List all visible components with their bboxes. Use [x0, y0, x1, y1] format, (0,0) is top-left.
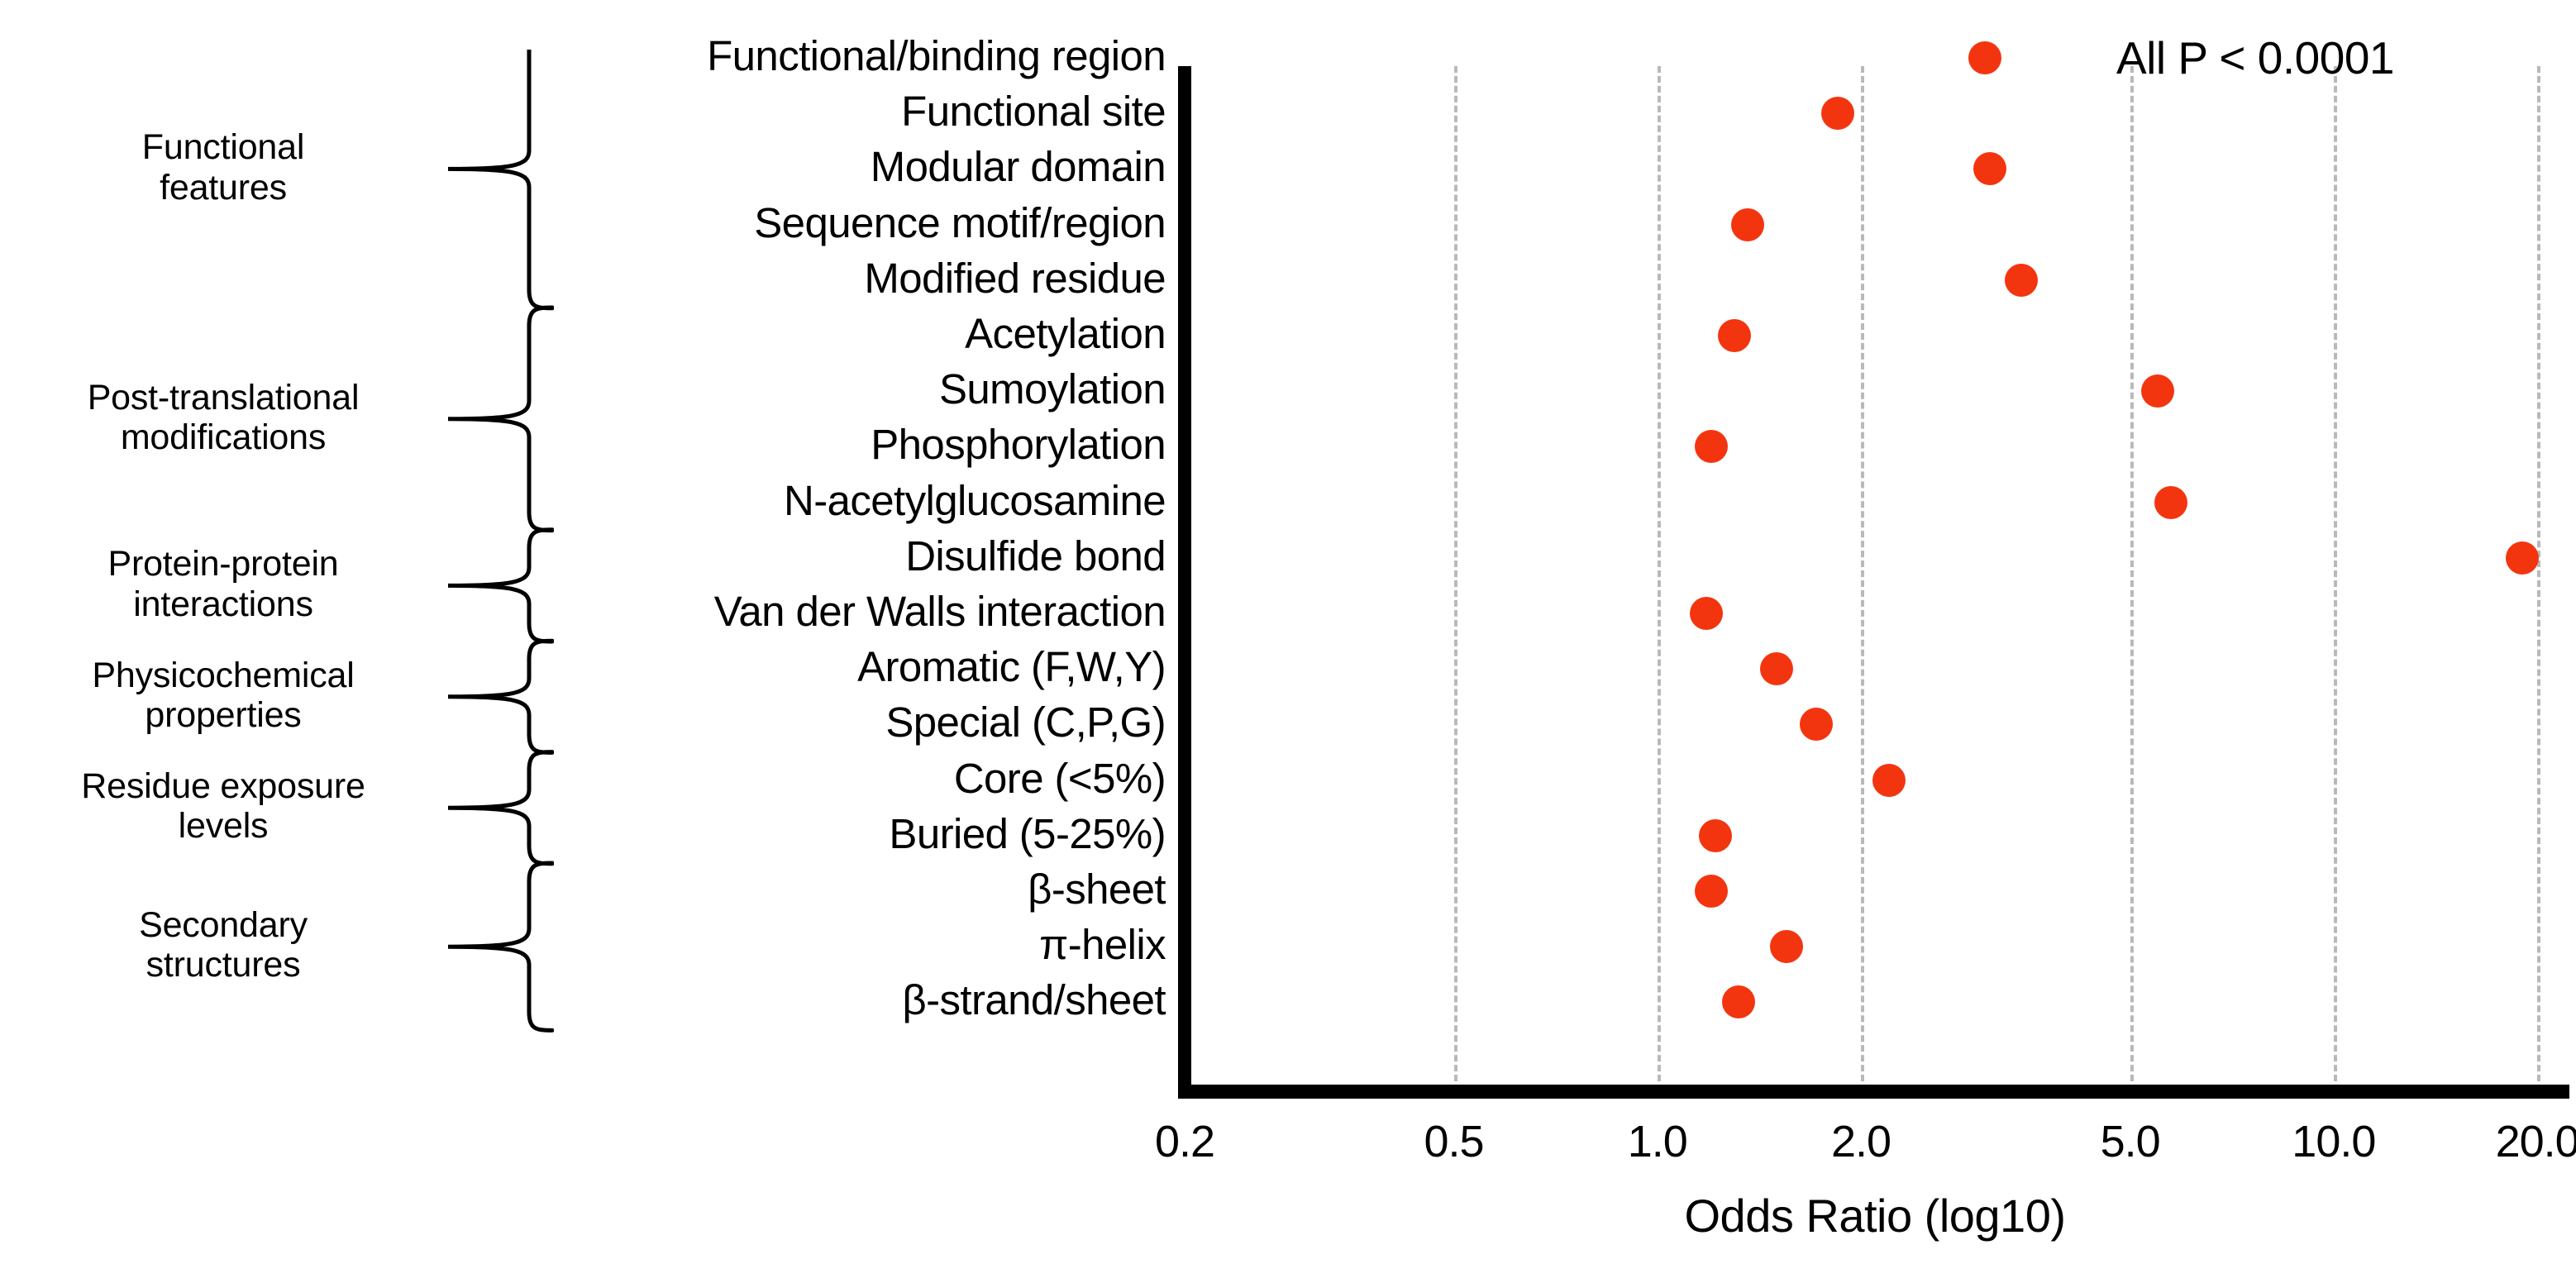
- category-label: β-strand/sheet: [902, 976, 1166, 1024]
- category-label: Functional site: [901, 88, 1166, 136]
- data-point: [1800, 708, 1834, 742]
- category-label: Special (C,P,G): [885, 699, 1166, 746]
- chart-canvas: Functional features Post-translational mo…: [0, 0, 2576, 1283]
- gridline-2-0: [1861, 66, 1865, 1091]
- group-label: Secondary structures: [139, 905, 308, 985]
- data-point: [1689, 597, 1723, 630]
- data-point: [2004, 263, 2038, 297]
- category-label: Sequence motif/region: [754, 198, 1166, 246]
- y-axis-line: [1178, 66, 1191, 1091]
- x-tick-label: 0.2: [1154, 1117, 1215, 1166]
- category-label: Buried (5-25%): [889, 809, 1166, 857]
- group-label: Protein-protein interactions: [107, 544, 339, 624]
- data-point: [1718, 319, 1752, 352]
- data-point: [1968, 41, 2001, 74]
- category-label: Aromatic (F,W,Y): [857, 643, 1166, 691]
- gridline-20-0: [2537, 66, 2541, 1091]
- data-point: [1699, 818, 1733, 852]
- category-label-container: Functional/binding region Functional site…: [513, 0, 1166, 1283]
- plot-area: [1185, 41, 2565, 1091]
- category-label: Modular domain: [870, 143, 1166, 191]
- group-label: Functional features: [141, 127, 305, 207]
- data-point: [1821, 97, 1855, 131]
- category-label: Functional/binding region: [707, 32, 1166, 79]
- data-point: [2505, 541, 2539, 575]
- gridline-5-0: [2130, 66, 2134, 1091]
- category-label: Van der Walls interaction: [713, 588, 1166, 635]
- data-point: [2154, 485, 2188, 519]
- x-tick-label: 20.0: [2495, 1117, 2576, 1166]
- data-point: [1973, 152, 2006, 186]
- gridline-0-5: [1453, 66, 1457, 1091]
- x-tick-label: 10.0: [2292, 1117, 2376, 1166]
- category-label: Modified residue: [864, 254, 1166, 302]
- category-label: Disulfide bond: [905, 532, 1166, 579]
- group-label: Residue exposure levels: [81, 766, 365, 847]
- category-label: Phosphorylation: [871, 421, 1166, 469]
- data-point: [1759, 652, 1793, 686]
- data-point: [1694, 875, 1728, 908]
- data-point: [1694, 430, 1728, 464]
- x-tick-label: 2.0: [1831, 1117, 1891, 1166]
- category-label: Acetylation: [965, 310, 1166, 357]
- data-point: [2141, 374, 2175, 408]
- x-tick-label: 0.5: [1424, 1117, 1484, 1166]
- group-label: Post-translational modifications: [87, 377, 360, 457]
- category-label: Sumoylation: [938, 365, 1166, 413]
- significance-annotation: All P < 0.0001: [2116, 32, 2395, 83]
- x-axis-title: Odds Ratio (log10): [1684, 1190, 2066, 1242]
- x-tick-label: 1.0: [1627, 1117, 1688, 1166]
- gridline-1-0: [1657, 66, 1661, 1091]
- data-point: [1731, 207, 1765, 241]
- group-label: Physicochemical properties: [92, 655, 355, 735]
- data-point: [1769, 930, 1803, 964]
- category-label: Core (<5%): [953, 754, 1166, 802]
- gridline-10-0: [2333, 66, 2337, 1091]
- x-tick-label: 5.0: [2100, 1117, 2161, 1166]
- data-point: [1872, 763, 1906, 797]
- x-axis-line: [1178, 1085, 2569, 1099]
- data-point: [1722, 985, 1756, 1019]
- category-label: N-acetylglucosamine: [784, 476, 1166, 524]
- category-label: β-sheet: [1028, 866, 1166, 913]
- category-label: π-helix: [1039, 921, 1166, 969]
